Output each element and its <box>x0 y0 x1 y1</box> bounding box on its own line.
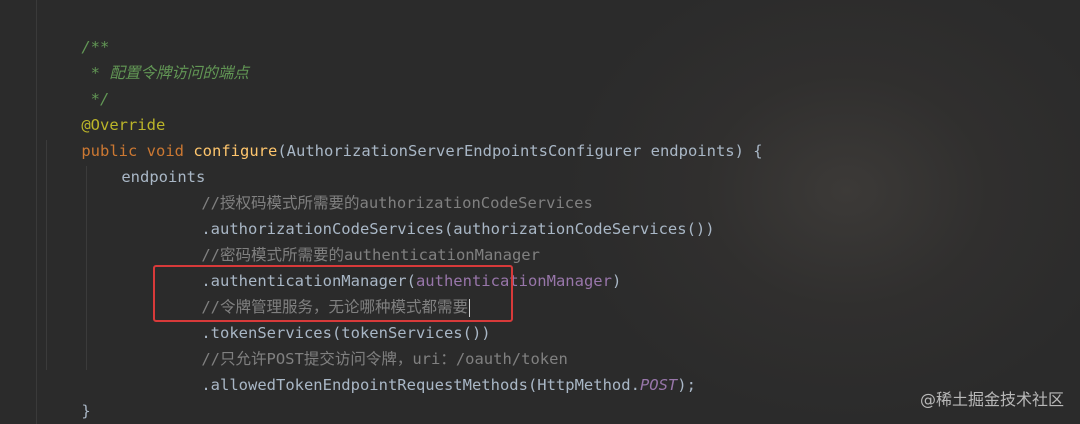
highlight-box <box>153 265 513 322</box>
code-line-3[interactable]: */ <box>44 60 110 108</box>
code-line-13[interactable]: //只允许POST提交访问令牌，uri：/oauth/token <box>164 320 567 368</box>
call-allowed-prefix: .allowedTokenEndpointRequestMethods(Http… <box>201 376 640 394</box>
const-post: POST <box>639 376 678 394</box>
closing-brace: } <box>81 402 91 420</box>
watermark: @稀土掘金技术社区 <box>919 390 1064 409</box>
code-editor[interactable]: /** * 配置令牌访问的端点 */ @Override public void… <box>0 0 1080 424</box>
code-line-7[interactable]: //授权码模式所需要的authorizationCodeServices <box>164 164 592 212</box>
gutter-divider <box>36 0 37 424</box>
code-line-1[interactable]: /** <box>44 8 109 56</box>
code-line-4[interactable]: @Override <box>44 86 165 134</box>
method-params: (AuthorizationServerEndpointsConfigurer … <box>277 142 763 160</box>
code-line-15[interactable]: } <box>44 372 90 420</box>
method-name: configure <box>193 142 278 160</box>
code-line-8[interactable]: .authorizationCodeServices(authorization… <box>164 190 714 238</box>
call-authmgr-suffix: ) <box>611 272 622 290</box>
code-line-2[interactable]: * 配置令牌访问的端点 <box>44 34 249 82</box>
code-line-5[interactable]: public void configure(AuthorizationServe… <box>44 112 762 160</box>
code-line-9[interactable]: //密码模式所需要的authenticationManager <box>164 216 540 264</box>
code-line-14[interactable]: .allowedTokenEndpointRequestMethods(Http… <box>164 346 696 394</box>
code-line-6[interactable]: endpoints <box>84 138 205 186</box>
call-allowed-suffix: ); <box>677 376 696 394</box>
